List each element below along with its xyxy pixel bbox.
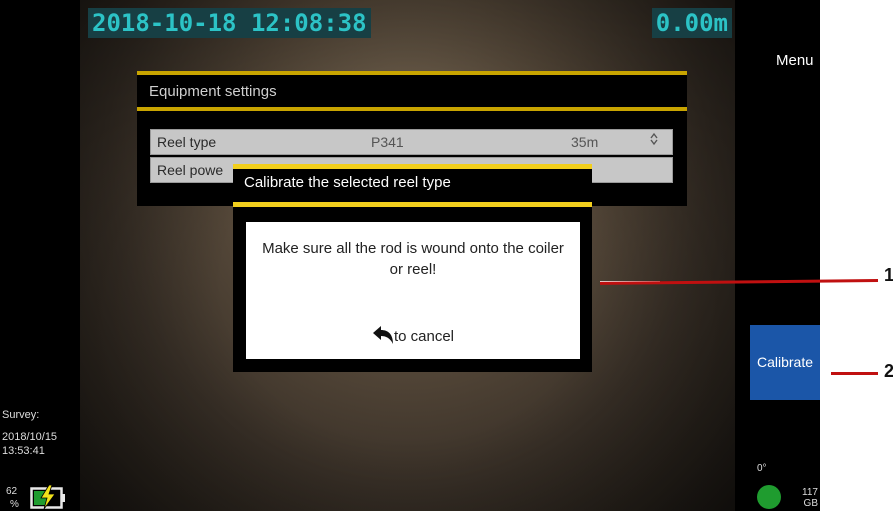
device-screen: 2018-10-18 12:08:38 0.00m Equipment sett…	[0, 0, 820, 511]
menu-label[interactable]: Menu	[776, 52, 814, 69]
storage-unit: GB	[803, 498, 818, 509]
callout-2-line	[831, 372, 878, 375]
panel-title: Equipment settings	[149, 83, 277, 100]
calibrate-button[interactable]: Calibrate	[750, 325, 820, 400]
osd-depth: 0.00m	[651, 8, 732, 38]
back-arrow-icon	[372, 325, 394, 349]
survey-label: Survey:	[2, 409, 40, 421]
dialog-title: Calibrate the selected reel type	[244, 174, 451, 191]
dialog-divider-bar	[233, 202, 592, 207]
survey-date: 2018/10/15	[2, 431, 58, 443]
reel-type-label: Reel type	[157, 134, 217, 150]
angle-readout: 0°	[757, 463, 767, 474]
callout-1-number: 1	[884, 265, 893, 285]
reel-power-label: Reel powe	[157, 162, 224, 178]
battery-value: 62	[6, 486, 18, 497]
dialog-message: Make sure all the rod is wound onto the …	[262, 240, 564, 278]
survey-time: 13:53:41	[2, 445, 45, 457]
reel-length-value: 35m	[571, 134, 599, 150]
storage-readout: 117 GB	[795, 487, 818, 509]
osd-datetime: 2018-10-18 12:08:38	[88, 8, 371, 38]
dialog-body: Make sure all the rod is wound onto the …	[246, 222, 580, 359]
cancel-hint[interactable]: to cancel	[246, 325, 580, 349]
calibrate-dialog: Calibrate the selected reel type Make su…	[233, 164, 592, 372]
battery-charging-icon	[30, 484, 66, 511]
reel-type-select[interactable]: Reel type P341 35m	[150, 129, 673, 155]
cancel-text: to cancel	[393, 328, 455, 345]
status-indicator	[757, 485, 781, 509]
battery-unit: %	[10, 499, 19, 510]
panel-divider-bar	[137, 107, 687, 111]
callout-2-number: 2	[884, 361, 893, 381]
dialog-top-bar	[233, 164, 592, 169]
panel-top-bar	[137, 71, 687, 75]
reel-type-value: P341	[371, 134, 404, 150]
spinner-arrows-icon[interactable]	[649, 130, 659, 154]
storage-value: 117	[802, 487, 818, 498]
